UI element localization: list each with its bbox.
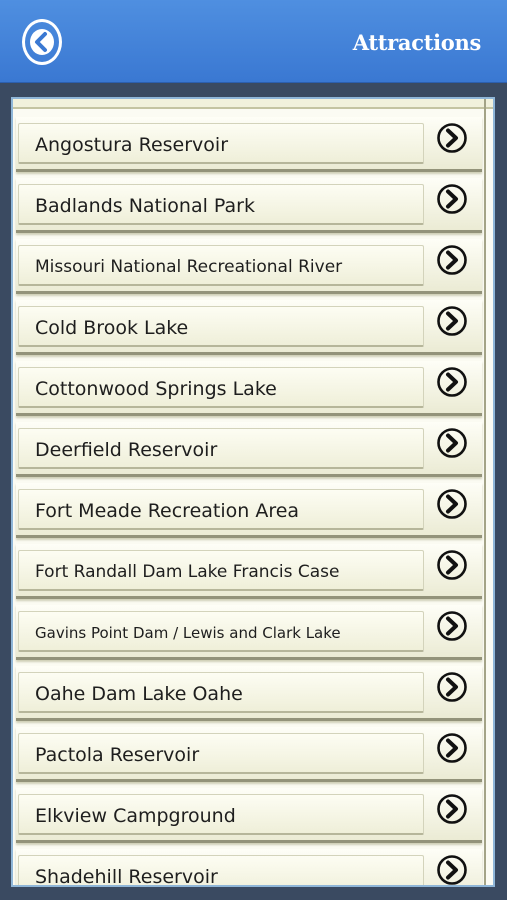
list-item-label: Elkview Campground — [35, 804, 236, 827]
chevron-right-circle-icon[interactable] — [436, 488, 468, 520]
chevron-right-circle-icon[interactable] — [436, 427, 468, 459]
list-item[interactable]: Shadehill Reservoir — [16, 847, 488, 887]
list-item-label: Shadehill Reservoir — [35, 865, 218, 887]
list-item[interactable]: Deerfield Reservoir — [16, 420, 488, 481]
list-item[interactable]: Fort Meade Recreation Area — [16, 481, 488, 542]
list-item[interactable]: Elkview Campground — [16, 786, 488, 847]
list-item[interactable]: Cold Brook Lake — [16, 298, 488, 359]
list-item-label: Cottonwood Springs Lake — [35, 377, 277, 400]
page-title: Attractions — [352, 30, 482, 55]
list-item-label-box[interactable]: Badlands National Park — [18, 184, 424, 225]
list-item[interactable]: Fort Randall Dam Lake Francis Case — [16, 542, 488, 603]
chevron-right-circle-icon[interactable] — [436, 854, 468, 886]
list-item-label: Fort Meade Recreation Area — [35, 499, 300, 522]
list-item[interactable]: Cottonwood Springs Lake — [16, 359, 488, 420]
list-item-label-box[interactable]: Cold Brook Lake — [18, 306, 424, 347]
chevron-right-circle-icon[interactable] — [436, 305, 468, 337]
list-item-label: Oahe Dam Lake Oahe — [35, 682, 243, 705]
list-item[interactable]: Missouri National Recreational River — [16, 237, 488, 298]
list-item-label-box[interactable]: Fort Randall Dam Lake Francis Case — [18, 550, 424, 591]
list-item-label-box[interactable]: Cottonwood Springs Lake — [18, 367, 424, 408]
chevron-right-circle-icon[interactable] — [436, 793, 468, 825]
back-button[interactable] — [22, 19, 62, 65]
list-item[interactable]: Gavins Point Dam / Lewis and Clark Lake — [16, 603, 488, 664]
list-item-label: Pactola Reservoir — [35, 743, 200, 766]
list-item[interactable]: Oahe Dam Lake Oahe — [16, 664, 488, 725]
chevron-right-circle-icon[interactable] — [436, 183, 468, 215]
list-item-label: Fort Randall Dam Lake Francis Case — [35, 561, 340, 582]
list-item-label-box[interactable]: Fort Meade Recreation Area — [18, 489, 424, 530]
list-item-label: Deerfield Reservoir — [35, 438, 218, 461]
list-item-label-box[interactable]: Deerfield Reservoir — [18, 428, 424, 469]
list-item-label: Angostura Reservoir — [35, 133, 229, 156]
chevron-right-circle-icon[interactable] — [436, 671, 468, 703]
list-item[interactable]: Pactola Reservoir — [16, 725, 488, 786]
list-item-label: Badlands National Park — [35, 194, 255, 217]
chevron-right-circle-icon[interactable] — [436, 366, 468, 398]
list-item-label: Missouri National Recreational River — [35, 256, 343, 277]
chevron-right-circle-icon[interactable] — [436, 610, 468, 642]
list-item-label-box[interactable]: Oahe Dam Lake Oahe — [18, 672, 424, 713]
attractions-list: Angostura Reservoir Badlands National Par… — [11, 97, 495, 887]
list-item[interactable]: Badlands National Park — [16, 176, 488, 237]
list-item[interactable]: Angostura Reservoir — [16, 115, 488, 176]
list-item-label-box[interactable]: Gavins Point Dam / Lewis and Clark Lake — [18, 611, 424, 652]
list-item-label-box[interactable]: Angostura Reservoir — [18, 123, 424, 164]
chevron-right-circle-icon[interactable] — [436, 549, 468, 581]
list-item-label-box[interactable]: Elkview Campground — [18, 794, 424, 835]
list-item-label: Cold Brook Lake — [35, 316, 189, 339]
list-item-label-box[interactable]: Missouri National Recreational River — [18, 245, 424, 286]
chevron-right-circle-icon[interactable] — [436, 244, 468, 276]
list-item-label-box[interactable]: Pactola Reservoir — [18, 733, 424, 774]
app-header: Attractions — [0, 0, 507, 83]
list-item-label: Gavins Point Dam / Lewis and Clark Lake — [35, 623, 341, 642]
list-item-label-box[interactable]: Shadehill Reservoir — [18, 855, 424, 887]
list-top-edge — [13, 99, 493, 109]
chevron-right-circle-icon[interactable] — [436, 732, 468, 764]
chevron-right-circle-icon[interactable] — [436, 122, 468, 154]
back-arrow-icon — [30, 29, 54, 55]
